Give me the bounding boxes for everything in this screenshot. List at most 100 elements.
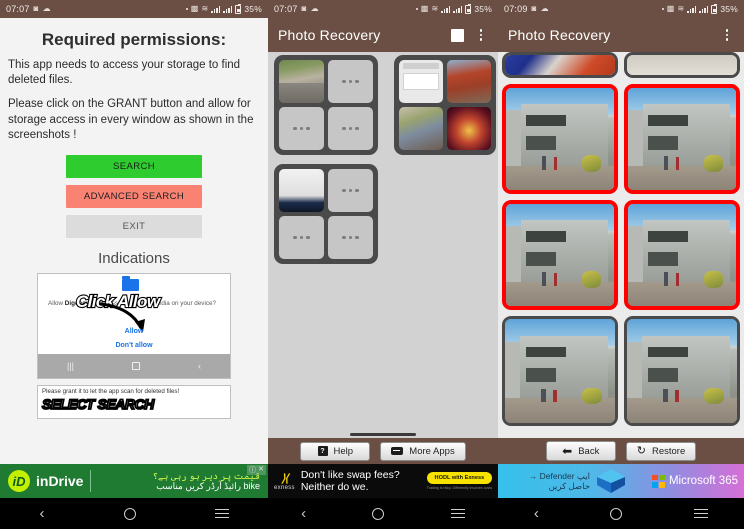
recents-icon[interactable] — [694, 509, 709, 518]
restore-button[interactable]: ↻ Restore — [625, 441, 697, 461]
exness-cta-button[interactable]: HODL with Exness — [426, 472, 492, 484]
screenshot-stage: 07:07 ◙ ☁ ▩ ≋ 35% Required permissions: … — [0, 0, 744, 529]
photo-house-5[interactable] — [502, 316, 618, 426]
battery-icon — [711, 3, 718, 14]
advanced-search-button[interactable]: ADVANCED SEARCH — [66, 184, 202, 208]
signal-icon-2 — [453, 5, 463, 13]
thumbnail-screenshot-photo[interactable] — [279, 169, 324, 212]
home-icon[interactable] — [372, 507, 385, 520]
photo-house-3[interactable] — [502, 200, 618, 310]
thumbnail-more[interactable] — [279, 107, 324, 150]
info-icon[interactable]: ⓘ — [249, 465, 256, 475]
recents-icon: ||| — [66, 360, 74, 371]
ad-banner-indrive[interactable]: iD inDrive قیمت پر دیر ہو رہی ہے؟ bike ر… — [0, 464, 268, 498]
photo-house-1[interactable] — [502, 84, 618, 194]
allow-link[interactable]: Allow — [38, 328, 230, 335]
thumbnail-more[interactable] — [328, 107, 373, 150]
photo-grid — [502, 52, 740, 426]
microsoft-brand: Microsoft 365 — [651, 474, 738, 488]
status-time: 07:07 — [274, 4, 298, 14]
ad-close-controls[interactable]: ⓘ ✕ — [247, 465, 266, 475]
thumbnail-document-photo[interactable] — [399, 60, 443, 103]
app-title: Photo Recovery — [508, 27, 611, 43]
gesture-handle[interactable] — [350, 433, 416, 436]
photo-thumbnail — [628, 204, 736, 306]
thumbnail-more[interactable] — [279, 216, 324, 259]
status-bar-1: 07:07 ◙ ☁ ▩ ≋ 35% — [0, 0, 268, 18]
back-icon[interactable]: ‹ — [301, 506, 306, 521]
cloud-icon: ☁ — [42, 4, 51, 13]
cloud-icon: ☁ — [540, 4, 549, 13]
restore-icon: ↻ — [636, 444, 646, 457]
more-apps-button[interactable]: More Apps — [380, 441, 466, 461]
exit-button[interactable]: EXIT — [66, 214, 202, 238]
dot-icon — [185, 8, 188, 10]
microsoft-copy: ایپ Defender → حاصل کریں — [504, 471, 590, 491]
photo-house-2[interactable] — [624, 84, 740, 194]
indrive-urdu-line-2: bike رائیڈ آرڈر کریں مناسب — [156, 481, 260, 491]
mobile-data-icon: ▩ — [666, 4, 675, 13]
thumbnail-festival-photo[interactable] — [447, 107, 491, 150]
exness-copy: Don't like swap fees? Neither do we. — [301, 469, 427, 494]
thumbnail-brick-wall-photo[interactable] — [447, 60, 491, 103]
microsoft-urdu-line-2: حاصل کریں — [548, 481, 590, 491]
overflow-menu-icon[interactable] — [720, 29, 734, 41]
ad-banner-microsoft[interactable]: ایپ Defender → حاصل کریں Microsoft 365 — [498, 464, 744, 498]
indication-2-line2: SELECT SEARCH — [41, 395, 155, 413]
status-bar-right: ▩ ≋ 35% — [661, 3, 738, 14]
ad-banner-exness[interactable]: ⟩⟨ exness Don't like swap fees? Neither … — [268, 464, 498, 498]
thumbnail-man-photo[interactable] — [399, 107, 443, 150]
exness-disclaimer: Trading is risky. Differently involves c… — [426, 486, 492, 490]
microsoft-brand-label: Microsoft 365 — [668, 475, 738, 487]
status-bar-3: 07:09 ◙ ☁ ▩ ≋ 35% — [498, 0, 744, 18]
action-button-stack: SEARCH ADVANCED SEARCH EXIT — [8, 154, 260, 238]
page-title: Required permissions: — [41, 30, 227, 49]
signal-icon-1 — [441, 5, 451, 13]
signal-icon-1 — [211, 5, 221, 13]
more-apps-icon — [391, 447, 404, 455]
photo-house-6[interactable] — [624, 316, 740, 426]
folders-body — [268, 52, 498, 429]
back-icon[interactable]: ‹ — [534, 506, 539, 521]
thumbnail-more[interactable] — [328, 169, 373, 212]
photo-house-4[interactable] — [624, 200, 740, 310]
exness-line-2: Neither do we. — [300, 481, 369, 493]
status-time: 07:09 — [504, 4, 528, 14]
wifi-icon: ≋ — [431, 4, 439, 13]
thumbnail-more[interactable] — [328, 216, 373, 259]
select-all-checkbox[interactable] — [451, 28, 464, 42]
photo-thumbnail — [505, 319, 615, 423]
ad-divider — [90, 470, 92, 492]
thumbnail-more[interactable] — [328, 60, 373, 103]
home-icon — [131, 361, 140, 370]
folder-card[interactable] — [274, 164, 378, 264]
help-button[interactable]: ? Help — [300, 441, 371, 461]
back-button[interactable]: ⬅ Back — [545, 441, 616, 461]
exness-cta-wrap[interactable]: HODL with Exness Trading is risky. Diffe… — [426, 472, 492, 490]
permission-paragraph-2: Please click on the GRANT button and all… — [8, 98, 254, 141]
close-icon[interactable]: ✕ — [258, 465, 264, 475]
home-icon[interactable] — [123, 507, 136, 520]
photo-partial-kid[interactable] — [502, 52, 618, 78]
status-bar-right: ▩ ≋ 35% — [415, 3, 492, 14]
app-bar-3: Photo Recovery — [498, 18, 744, 52]
photo-thumbnail — [627, 319, 737, 423]
folder-card[interactable] — [394, 55, 496, 155]
dont-allow-link[interactable]: Don't allow — [38, 342, 230, 349]
photo-partial-wall[interactable] — [624, 52, 740, 78]
microsoft-urdu-line-1: ایپ Defender → — [528, 470, 590, 481]
folder-card[interactable] — [274, 55, 378, 155]
search-button[interactable]: SEARCH — [66, 154, 202, 178]
recents-icon[interactable] — [214, 509, 229, 518]
wifi-icon: ≋ — [201, 4, 209, 13]
home-icon[interactable] — [610, 507, 623, 520]
exness-line-1: Don't like swap fees? — [300, 468, 400, 481]
results-body — [498, 52, 744, 438]
permissions-body: Required permissions: This app needs to … — [0, 18, 268, 464]
indrive-copy: قیمت پر دیر ہو رہی ہے؟ bike رائیڈ آرڈر ک… — [98, 471, 260, 492]
back-icon[interactable]: ‹ — [40, 506, 45, 521]
overflow-menu-icon[interactable] — [474, 29, 488, 41]
thumbnail-road-photo[interactable] — [279, 60, 324, 103]
recents-icon[interactable] — [450, 509, 465, 518]
photo-thumbnail — [506, 204, 614, 306]
